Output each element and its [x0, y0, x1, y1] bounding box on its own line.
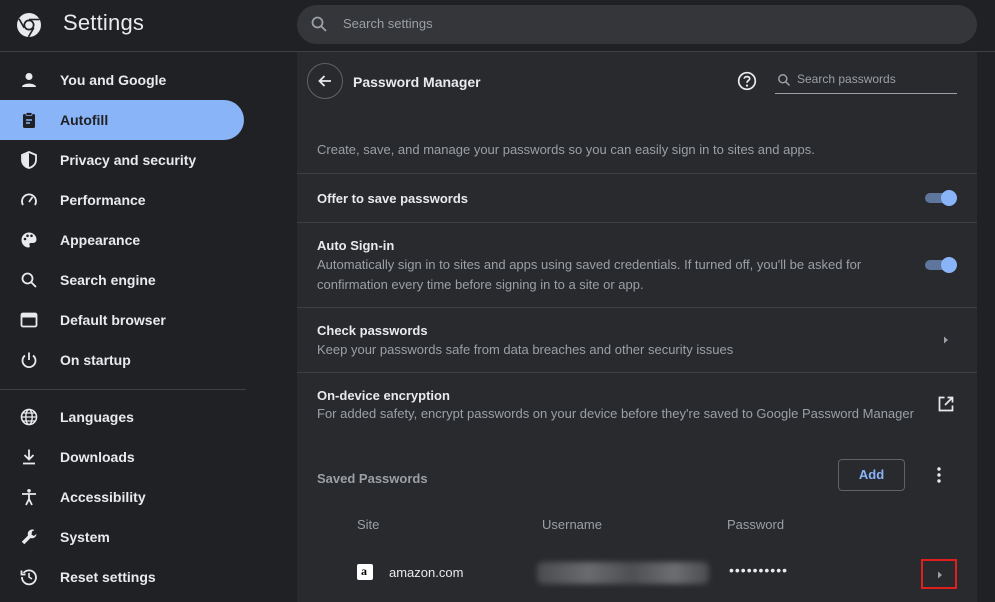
search-icon: [21, 272, 37, 288]
wrench-icon: [21, 529, 37, 545]
sidebar-item-label: Performance: [60, 192, 146, 208]
sidebar-item-search-engine[interactable]: Search engine: [0, 260, 244, 300]
username-blurred: [537, 562, 709, 584]
auto-signin-label: Auto Sign-in: [317, 238, 395, 253]
arrow-right-icon: [944, 336, 948, 344]
offer-to-save-label: Offer to save passwords: [317, 191, 468, 206]
sidebar-item-label: Autofill: [60, 112, 109, 128]
sidebar-item-default-browser[interactable]: Default browser: [0, 300, 244, 340]
history-icon: [20, 569, 37, 586]
toggle-thumb: [941, 190, 957, 206]
auto-signin-description: Automatically sign in to sites and apps …: [317, 257, 862, 292]
check-passwords-description: Keep your passwords safe from data breac…: [317, 342, 734, 357]
sidebar-item-label: Downloads: [60, 449, 135, 465]
sidebar-item-downloads[interactable]: Downloads: [0, 437, 244, 477]
sidebar-item-privacy-and-security[interactable]: Privacy and security: [0, 140, 244, 180]
sidebar-item-label: Accessibility: [60, 489, 146, 505]
site-name: amazon.com: [389, 565, 464, 580]
password-manager-card: Password Manager Search passwords Create…: [297, 52, 977, 602]
back-button[interactable]: [307, 63, 343, 99]
power-icon: [21, 352, 37, 369]
add-password-button[interactable]: Add: [838, 459, 905, 491]
arrow-back-icon: [318, 75, 331, 87]
download-icon: [23, 449, 35, 465]
sidebar-item-languages[interactable]: Languages: [0, 397, 244, 437]
amazon-favicon-icon: a: [357, 564, 373, 580]
search-icon: [311, 16, 327, 32]
encryption-label: On-device encryption: [317, 388, 450, 403]
settings-search-input[interactable]: Search settings: [297, 5, 977, 44]
clipboard-icon: [23, 112, 35, 128]
password-details-button[interactable]: [921, 559, 957, 589]
speedometer-icon: [21, 193, 37, 206]
auto-signin-toggle[interactable]: [925, 257, 957, 273]
saved-passwords-heading: Saved Passwords: [317, 471, 428, 486]
sidebar-item-label: Search engine: [60, 272, 156, 288]
search-placeholder: Search settings: [343, 16, 433, 31]
sidebar-item-on-startup[interactable]: On startup: [0, 340, 244, 380]
sidebar-item-appearance[interactable]: Appearance: [0, 220, 244, 260]
palette-icon: [21, 232, 37, 248]
row-divider: [297, 222, 977, 223]
row-divider: [297, 307, 977, 308]
arrow-right-icon: [938, 571, 942, 579]
search-passwords-input[interactable]: Search passwords: [775, 70, 957, 94]
accessibility-icon: [22, 489, 36, 506]
password-mask: ••••••••••: [729, 562, 789, 578]
sidebar-item-label: Languages: [60, 409, 134, 425]
page-title: Password Manager: [353, 74, 481, 90]
column-header-username: Username: [542, 517, 602, 532]
top-bar: Settings Search settings: [0, 0, 995, 52]
sidebar-item-label: Reset settings: [60, 569, 156, 585]
chrome-logo-icon: [17, 13, 41, 38]
sidebar-item-autofill[interactable]: Autofill: [0, 100, 244, 140]
browser-window-icon: [20, 312, 38, 328]
app-title: Settings: [63, 10, 145, 35]
search-passwords-placeholder: Search passwords: [797, 72, 896, 86]
column-header-site: Site: [357, 517, 380, 532]
favicon-letter: a: [361, 564, 367, 578]
sidebar-item-label: You and Google: [60, 72, 167, 88]
sidebar: You and Google Autofill Privacy and secu…: [0, 60, 260, 602]
search-icon: [778, 74, 791, 87]
person-icon: [22, 73, 36, 87]
sidebar-item-accessibility[interactable]: Accessibility: [0, 477, 244, 517]
sidebar-item-label: On startup: [60, 352, 131, 368]
row-divider: [297, 173, 977, 174]
sidebar-item-label: System: [60, 529, 110, 545]
help-icon[interactable]: [737, 71, 757, 91]
row-divider: [297, 372, 977, 373]
column-header-password: Password: [727, 517, 785, 532]
sidebar-divider: [0, 389, 246, 390]
shield-icon: [21, 151, 37, 169]
offer-to-save-toggle[interactable]: [925, 190, 957, 206]
toggle-thumb: [941, 257, 957, 273]
sidebar-item-label: Default browser: [60, 312, 166, 328]
sidebar-item-system[interactable]: System: [0, 517, 244, 557]
sidebar-item-you-and-google[interactable]: You and Google: [0, 60, 244, 100]
globe-icon: [20, 408, 38, 426]
sidebar-item-reset-settings[interactable]: Reset settings: [0, 557, 244, 597]
sidebar-item-label: Appearance: [60, 232, 141, 248]
open-in-new-icon: [938, 396, 954, 412]
encryption-description: For added safety, encrypt passwords on y…: [317, 406, 914, 421]
sidebar-item-performance[interactable]: Performance: [0, 180, 244, 220]
password-manager-header: Password Manager Search passwords: [297, 52, 977, 112]
sidebar-item-label: Privacy and security: [60, 152, 197, 168]
check-passwords-label: Check passwords: [317, 323, 428, 338]
more-vert-icon[interactable]: [933, 466, 945, 484]
password-manager-description: Create, save, and manage your passwords …: [317, 142, 815, 157]
